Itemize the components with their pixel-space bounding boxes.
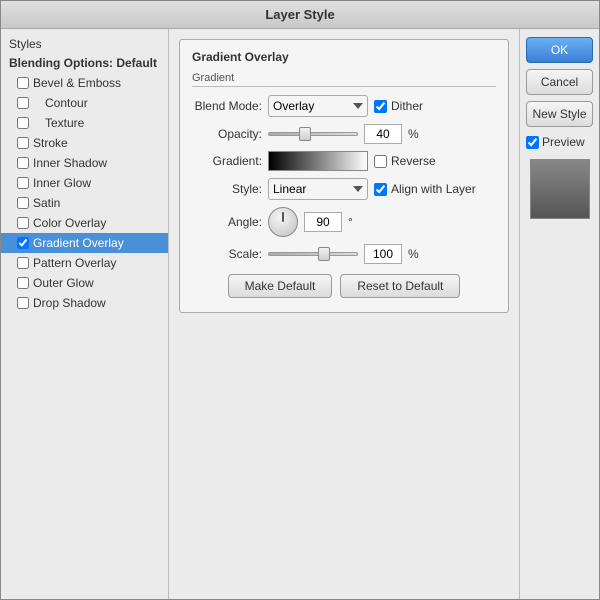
sidebar-label-blending: Blending Options: Default [9,56,157,70]
sidebar-label-texture: Texture [33,116,84,130]
style-label: Style: [192,182,262,196]
blend-mode-row: Blend Mode: Overlay Normal Multiply Scre… [192,95,496,117]
opacity-row: Opacity: % [192,124,496,144]
styles-label: Styles [1,35,168,53]
sidebar-item-stroke[interactable]: Stroke [1,133,168,153]
gradient-section-label: Gradient [192,72,496,87]
checkbox-satin[interactable] [17,197,29,209]
checkbox-contour[interactable] [17,97,29,109]
scale-unit: % [408,247,419,261]
sidebar-item-texture[interactable]: Texture [1,113,168,133]
new-style-button[interactable]: New Style [526,101,593,127]
sidebar-label-gradient-overlay: Gradient Overlay [33,236,124,250]
angle-input[interactable] [304,212,342,232]
sidebar-label-inner-shadow: Inner Shadow [33,156,107,170]
style-select[interactable]: Linear Radial Angle Reflected Diamond [268,178,368,200]
scale-row: Scale: % [192,244,496,264]
gradient-row: Gradient: Reverse [192,151,496,171]
align-layer-text: Align with Layer [391,182,476,196]
scale-input[interactable] [364,244,402,264]
sidebar-label-contour: Contour [33,96,88,110]
opacity-slider[interactable] [268,132,358,136]
sidebar-item-bevel[interactable]: Bevel & Emboss [1,73,168,93]
cancel-button[interactable]: Cancel [526,69,593,95]
reverse-label: Reverse [391,154,436,168]
main-panel: Gradient Overlay Gradient Blend Mode: Ov… [169,29,519,599]
style-row: Style: Linear Radial Angle Reflected Dia… [192,178,496,200]
align-layer-label[interactable]: Align with Layer [374,182,476,196]
scale-slider[interactable] [268,252,358,256]
angle-knob[interactable] [268,207,298,237]
checkbox-bevel[interactable] [17,77,29,89]
sidebar-item-drop-shadow[interactable]: Drop Shadow [1,293,168,313]
panel-title: Gradient Overlay [192,50,496,64]
sidebar-item-color-overlay[interactable]: Color Overlay [1,213,168,233]
opacity-slider-container [268,132,358,136]
layer-preview-box [530,159,590,219]
checkbox-color-overlay[interactable] [17,217,29,229]
blend-mode-label: Blend Mode: [192,99,262,113]
sidebar-item-contour[interactable]: Contour [1,93,168,113]
sidebar-label-inner-glow: Inner Glow [33,176,91,190]
preview-label: Preview [542,135,585,149]
sidebar-label-satin: Satin [33,196,60,210]
gradient-preview[interactable] [268,151,368,171]
checkbox-texture[interactable] [17,117,29,129]
gradient-overlay-panel: Gradient Overlay Gradient Blend Mode: Ov… [179,39,509,313]
reverse-checkbox-label[interactable]: Reverse [374,154,436,168]
styles-sidebar: Styles Blending Options: Default Bevel & … [1,29,169,599]
sidebar-item-gradient-overlay[interactable]: Gradient Overlay [1,233,168,253]
sidebar-label-drop-shadow: Drop Shadow [33,296,106,310]
checkbox-inner-glow[interactable] [17,177,29,189]
checkbox-stroke[interactable] [17,137,29,149]
action-buttons-row: Make Default Reset to Default [192,274,496,298]
window-title: Layer Style [265,7,334,22]
checkbox-gradient-overlay[interactable] [17,237,29,249]
opacity-input[interactable] [364,124,402,144]
preview-checkbox[interactable] [526,136,539,149]
sidebar-item-inner-shadow[interactable]: Inner Shadow [1,153,168,173]
angle-label: Angle: [192,215,262,229]
sidebar-item-outer-glow[interactable]: Outer Glow [1,273,168,293]
checkbox-drop-shadow[interactable] [17,297,29,309]
sidebar-item-blending[interactable]: Blending Options: Default [1,53,168,73]
blend-mode-select[interactable]: Overlay Normal Multiply Screen Soft Ligh… [268,95,368,117]
preview-checkbox-label[interactable]: Preview [526,135,593,149]
ok-button[interactable]: OK [526,37,593,63]
dither-checkbox[interactable] [374,100,387,113]
layer-style-window: Layer Style Styles Blending Options: Def… [0,0,600,600]
scale-label: Scale: [192,247,262,261]
opacity-label: Opacity: [192,127,262,141]
sidebar-item-pattern-overlay[interactable]: Pattern Overlay [1,253,168,273]
angle-unit: ° [348,215,353,229]
dither-checkbox-label[interactable]: Dither [374,99,423,113]
align-layer-checkbox[interactable] [374,183,387,196]
checkbox-outer-glow[interactable] [17,277,29,289]
reset-default-button[interactable]: Reset to Default [340,274,460,298]
sidebar-label-outer-glow: Outer Glow [33,276,94,290]
right-action-sidebar: OK Cancel New Style Preview [519,29,599,599]
reverse-checkbox[interactable] [374,155,387,168]
checkbox-pattern-overlay[interactable] [17,257,29,269]
sidebar-item-inner-glow[interactable]: Inner Glow [1,173,168,193]
scale-slider-container [268,252,358,256]
sidebar-label-stroke: Stroke [33,136,68,150]
checkbox-inner-shadow[interactable] [17,157,29,169]
sidebar-item-satin[interactable]: Satin [1,193,168,213]
sidebar-label-color-overlay: Color Overlay [33,216,106,230]
title-bar: Layer Style [1,1,599,29]
gradient-label: Gradient: [192,154,262,168]
sidebar-label-bevel: Bevel & Emboss [33,76,121,90]
angle-row: Angle: ° [192,207,496,237]
sidebar-label-pattern-overlay: Pattern Overlay [33,256,116,270]
opacity-unit: % [408,127,419,141]
make-default-button[interactable]: Make Default [228,274,333,298]
dither-label: Dither [391,99,423,113]
